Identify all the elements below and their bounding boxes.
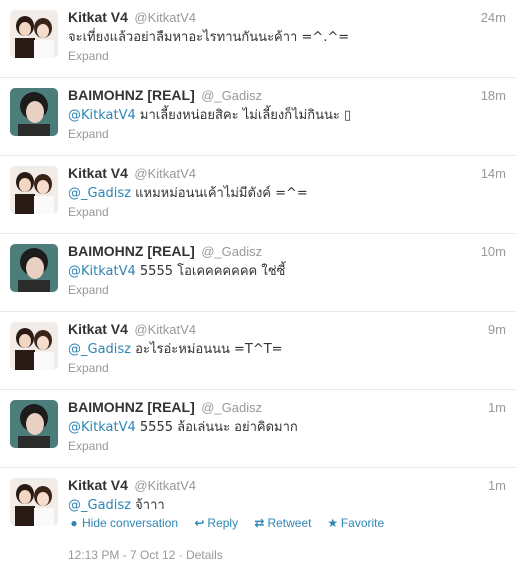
tweet-text: @_Gadisz จ้าาา xyxy=(68,497,506,515)
favorite-button[interactable]: ★ Favorite xyxy=(327,516,384,530)
username[interactable]: @_Gadisz xyxy=(201,244,262,259)
hide-conversation-label: Hide conversation xyxy=(82,516,179,530)
tweet-text: @KitkatV4 มาเลี้ยงหน่อยสิคะ ไม่เลี้ยงก็ไ… xyxy=(68,107,506,125)
tweet-header: Kitkat V4 @KitkatV4 14m xyxy=(68,165,506,183)
favorite-label: Favorite xyxy=(340,516,385,530)
tweet-header: Kitkat V4 @KitkatV4 1m xyxy=(68,477,506,495)
baimohnz-avatar-icon[interactable] xyxy=(10,244,58,292)
tweet-text: @_Gadisz แหมหม่อนนเค้าไม่มีตังค์ =^= xyxy=(68,185,506,203)
tweet-text: @_Gadisz อะไรอ่ะหม่อนนน =T^T= xyxy=(68,341,506,359)
hide-conversation-button[interactable]: ● Hide conversation xyxy=(68,516,178,530)
expand-link[interactable]: Expand xyxy=(68,361,109,375)
display-name[interactable]: Kitkat V4 xyxy=(68,477,128,493)
timestamp[interactable]: 10m xyxy=(481,244,506,259)
display-name[interactable]: BAIMOHNZ [REAL] xyxy=(68,87,195,103)
display-name[interactable]: BAIMOHNZ [REAL] xyxy=(68,399,195,415)
speech-bubble-icon: ● xyxy=(70,516,78,530)
tweet-body: อะไรอ่ะหม่อนนน =T^T= xyxy=(131,342,283,357)
conversation-feed: Kitkat V4 @KitkatV4 24m จะเที่ยงแล้วอย่า… xyxy=(0,0,516,573)
tweet[interactable]: Kitkat V4 @KitkatV4 9m @_Gadisz อะไรอ่ะห… xyxy=(0,312,516,390)
star-icon: ★ xyxy=(327,516,339,530)
tweet-body: 5555 โอเคคคคคคค ใช่ซี้ xyxy=(135,264,286,279)
retweet-button[interactable]: ⇄ Retweet xyxy=(253,516,311,530)
tweet-header: BAIMOHNZ [REAL] @_Gadisz 10m xyxy=(68,243,506,261)
username[interactable]: @KitkatV4 xyxy=(134,166,196,181)
mention-link[interactable]: @_Gadisz xyxy=(68,186,131,201)
expand-link[interactable]: Expand xyxy=(68,127,109,141)
reply-button[interactable]: ↩ Reply xyxy=(193,516,238,530)
kitkat-avatar-icon[interactable] xyxy=(10,10,58,58)
mention-link[interactable]: @_Gadisz xyxy=(68,342,131,357)
kitkat-avatar-icon[interactable] xyxy=(10,478,58,526)
tweet-body: มาเลี้ยงหน่อยสิคะ ไม่เลี้ยงก็ไม่กินนะ ▯ xyxy=(135,108,352,123)
username[interactable]: @KitkatV4 xyxy=(134,478,196,493)
tweet[interactable]: BAIMOHNZ [REAL] @_Gadisz 10m @KitkatV4 5… xyxy=(0,234,516,312)
mention-link[interactable]: @_Gadisz xyxy=(68,498,131,513)
expand-link[interactable]: Expand xyxy=(68,49,109,63)
timestamp[interactable]: 24m xyxy=(481,10,506,25)
username[interactable]: @KitkatV4 xyxy=(134,322,196,337)
tweet-expanded[interactable]: Kitkat V4 @KitkatV4 1m @_Gadisz จ้าาา ● H… xyxy=(0,468,516,573)
tweet[interactable]: BAIMOHNZ [REAL] @_Gadisz 18m @KitkatV4 ม… xyxy=(0,78,516,156)
tweet-body: จะเที่ยงแล้วอย่าลืมหาอะไรทานกันนะค้าา =^… xyxy=(68,30,350,45)
expand-link[interactable]: Expand xyxy=(68,439,109,453)
username[interactable]: @_Gadisz xyxy=(201,88,262,103)
reply-arrow-icon: ↩ xyxy=(194,516,205,530)
timestamp[interactable]: 9m xyxy=(488,322,506,337)
mention-link[interactable]: @KitkatV4 xyxy=(68,108,136,123)
display-name[interactable]: Kitkat V4 xyxy=(68,165,128,181)
kitkat-avatar-icon[interactable] xyxy=(10,166,58,214)
tweet-body: แหมหม่อนนเค้าไม่มีตังค์ =^= xyxy=(131,186,308,201)
mention-link[interactable]: @KitkatV4 xyxy=(68,420,136,435)
reply-label: Reply xyxy=(207,516,239,530)
baimohnz-avatar-icon[interactable] xyxy=(10,400,58,448)
tweet-body: จ้าาา xyxy=(131,498,165,513)
display-name[interactable]: Kitkat V4 xyxy=(68,321,128,337)
tweet-header: BAIMOHNZ [REAL] @_Gadisz 1m xyxy=(68,399,506,417)
username[interactable]: @KitkatV4 xyxy=(134,10,196,25)
display-name[interactable]: BAIMOHNZ [REAL] xyxy=(68,243,195,259)
display-name[interactable]: Kitkat V4 xyxy=(68,9,128,25)
kitkat-avatar-icon[interactable] xyxy=(10,322,58,370)
tweet[interactable]: Kitkat V4 @KitkatV4 14m @_Gadisz แหมหม่อ… xyxy=(0,156,516,234)
expand-link[interactable]: Expand xyxy=(68,205,109,219)
mention-link[interactable]: @KitkatV4 xyxy=(68,264,136,279)
tweet-text: @KitkatV4 5555 โอเคคคคคคค ใช่ซี้ xyxy=(68,263,506,281)
tweet-text: @KitkatV4 5555 ล้อเล่นนะ อย่าคิดมาก xyxy=(68,419,506,437)
baimohnz-avatar-icon[interactable] xyxy=(10,88,58,136)
tweet-body: 5555 ล้อเล่นนะ อย่าคิดมาก xyxy=(135,420,298,435)
tweet-header: Kitkat V4 @KitkatV4 9m xyxy=(68,321,506,339)
timestamp[interactable]: 1m xyxy=(488,400,506,415)
timestamp[interactable]: 14m xyxy=(481,166,506,181)
tweet[interactable]: BAIMOHNZ [REAL] @_Gadisz 1m @KitkatV4 55… xyxy=(0,390,516,468)
timestamp[interactable]: 18m xyxy=(481,88,506,103)
tweet-actions: ● Hide conversation ↩ Reply ⇄ Retweet ★ Favo… xyxy=(68,516,396,530)
tweet-text: จะเที่ยงแล้วอย่าลืมหาอะไรทานกันนะค้าา =^… xyxy=(68,29,506,47)
tweet-header: Kitkat V4 @KitkatV4 24m xyxy=(68,9,506,27)
username[interactable]: @_Gadisz xyxy=(201,400,262,415)
retweet-icon: ⇄ xyxy=(254,516,265,530)
tweet-header: BAIMOHNZ [REAL] @_Gadisz 18m xyxy=(68,87,506,105)
tweet[interactable]: Kitkat V4 @KitkatV4 24m จะเที่ยงแล้วอย่า… xyxy=(0,0,516,78)
expand-link[interactable]: Expand xyxy=(68,283,109,297)
timestamp[interactable]: 1m xyxy=(488,478,506,493)
retweet-label: Retweet xyxy=(267,516,312,530)
tweet-timestamp-details[interactable]: 12:13 PM - 7 Oct 12 · Details xyxy=(68,548,223,562)
